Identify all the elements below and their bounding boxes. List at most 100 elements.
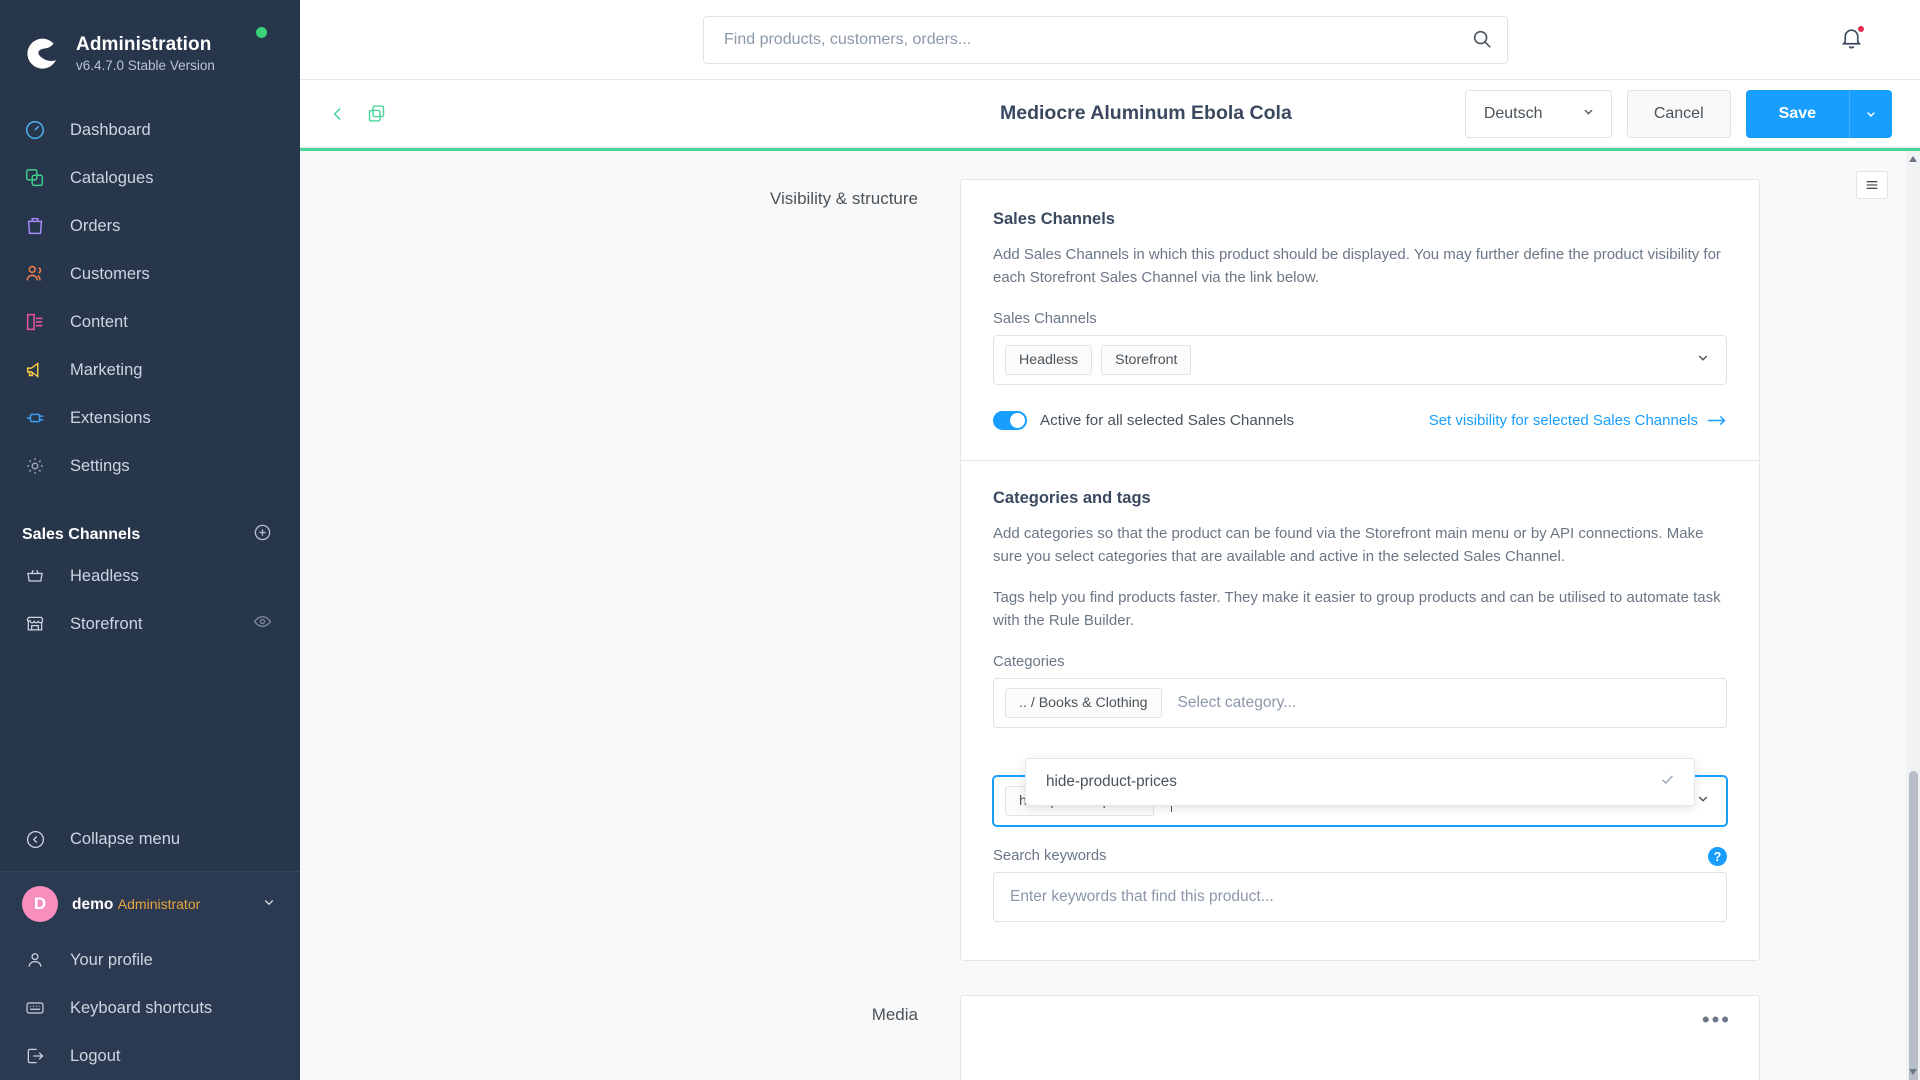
sidebar-label: Settings: [70, 457, 130, 475]
search-keywords-input[interactable]: [993, 872, 1727, 922]
toggle-sidebar-panel-button[interactable]: [1856, 171, 1888, 199]
sidebar-item-settings[interactable]: Settings: [0, 442, 300, 490]
sidebar-label: Headless: [70, 567, 139, 585]
sidebar-bottom: D demo Administrator Your profile Keyboa…: [0, 871, 300, 1080]
smart-bar-actions: Deutsch Cancel Save: [1464, 89, 1892, 138]
set-visibility-link-label: Set visibility for selected Sales Channe…: [1428, 412, 1698, 429]
sidebar-label: Customers: [70, 265, 150, 283]
catalogues-icon: [22, 165, 48, 191]
brand-title: Administration: [76, 33, 212, 55]
add-sales-channel-icon[interactable]: [253, 523, 272, 547]
sales-channels-heading: Sales Channels: [22, 526, 141, 543]
settings-icon: [22, 453, 48, 479]
duplicate-product-button[interactable]: [366, 103, 387, 124]
media-row: Media •••: [300, 995, 1920, 1080]
chevron-down-icon: [1580, 103, 1597, 125]
collapse-menu-label: Collapse menu: [70, 830, 181, 848]
shopware-logo-icon: [22, 34, 62, 74]
shopware-admin-app: Administration v6.4.7.0 Stable Version D…: [0, 0, 1920, 1080]
sales-channel-chip[interactable]: Storefront: [1101, 345, 1192, 375]
sidebar-item-content[interactable]: Content: [0, 298, 300, 346]
chevron-down-icon: [1694, 349, 1712, 372]
section-label-media: Media: [871, 1005, 918, 1024]
extensions-icon: [22, 405, 48, 431]
sales-channel-chip[interactable]: Headless: [1005, 345, 1093, 375]
language-value: Deutsch: [1483, 104, 1543, 122]
scrollbar-thumb[interactable]: [1909, 771, 1918, 1080]
notification-badge-dot: [1857, 24, 1865, 33]
global-search: [703, 15, 1508, 64]
sidebar-item-headless[interactable]: Headless: [0, 552, 300, 600]
category-chip[interactable]: .. / Books & Clothing: [1005, 688, 1162, 718]
sales-channels-select[interactable]: Headless Storefront: [993, 335, 1727, 385]
sidebar-item-orders[interactable]: Orders: [0, 202, 300, 250]
sidebar-label: Keyboard shortcuts: [70, 999, 213, 1017]
save-options-chevron-icon[interactable]: [1849, 89, 1892, 138]
chevron-down-icon: [1694, 790, 1712, 813]
sidebar-nav: Dashboard Catalogues Orders Customers Co…: [0, 106, 300, 490]
sales-channels-field-label: Sales Channels: [993, 311, 1097, 327]
save-button[interactable]: Save: [1745, 89, 1849, 138]
back-button[interactable]: [328, 104, 348, 124]
chevron-down-icon[interactable]: [260, 893, 278, 916]
dashboard-icon: [22, 117, 48, 143]
preview-storefront-icon[interactable]: [253, 612, 272, 636]
language-switch[interactable]: Deutsch: [1464, 89, 1612, 138]
sidebar-item-storefront[interactable]: Storefront: [0, 600, 300, 648]
collapse-icon: [22, 826, 48, 852]
search-keywords-label: Search keywords: [993, 848, 1107, 864]
categories-field: Categories .. / Books & Clothing Select …: [993, 654, 1727, 728]
collapse-menu-button[interactable]: Collapse menu: [0, 815, 300, 863]
sidebar-item-customers[interactable]: Customers: [0, 250, 300, 298]
sidebar-item-extensions[interactable]: Extensions: [0, 394, 300, 442]
shop-icon: [22, 611, 48, 637]
logout-icon: [22, 1043, 48, 1069]
sidebar-item-marketing[interactable]: Marketing: [0, 346, 300, 394]
sidebar-item-your-profile[interactable]: Your profile: [0, 936, 300, 984]
save-button-group: Save: [1745, 89, 1892, 138]
sales-channels-heading: Sales Channels: [993, 210, 1115, 228]
sidebar-label: Your profile: [70, 951, 153, 969]
notifications-bell-icon[interactable]: [1839, 24, 1865, 55]
user-menu-button[interactable]: D demo Administrator: [0, 871, 300, 936]
customers-icon: [22, 261, 48, 287]
card-divider: [961, 460, 1759, 461]
active-all-channels-row: Active for all selected Sales Channels S…: [993, 411, 1727, 430]
sidebar-item-dashboard[interactable]: Dashboard: [0, 106, 300, 154]
media-context-menu-icon[interactable]: •••: [1702, 1009, 1731, 1031]
media-card: •••: [960, 995, 1760, 1080]
sidebar-item-logout[interactable]: Logout: [0, 1032, 300, 1080]
sidebar-brand[interactable]: Administration v6.4.7.0 Stable Version: [0, 0, 300, 86]
sidebar-item-keyboard-shortcuts[interactable]: Keyboard shortcuts: [0, 984, 300, 1032]
user-role: Administrator: [117, 895, 201, 912]
cancel-button[interactable]: Cancel: [1626, 89, 1731, 138]
scroll-up-arrow-icon[interactable]: [1909, 156, 1917, 162]
tags-dropdown-option[interactable]: hide-product-prices: [1026, 759, 1694, 805]
tags-field: hide-product-prices hide-product-p: [993, 758, 1727, 826]
help-icon[interactable]: ?: [1708, 847, 1727, 866]
user-icon: [22, 947, 48, 973]
basket-icon: [22, 563, 48, 589]
categories-placeholder: Select category...: [1177, 694, 1297, 711]
user-meta: demo Administrator: [72, 895, 260, 914]
avatar: D: [22, 886, 58, 922]
search-input[interactable]: [703, 15, 1508, 64]
content-area: Visibility & structure Sales Channels Ad…: [300, 148, 1920, 1080]
scroll-down-arrow-icon[interactable]: [1909, 1069, 1917, 1075]
main-area: Mediocre Aluminum Ebola Cola Deutsch Can…: [300, 0, 1920, 1080]
user-name: demo: [72, 895, 114, 913]
status-indicator-dot: [256, 27, 267, 38]
sales-channels-description: Add Sales Channels in which this product…: [993, 246, 1721, 286]
tags-description: Tags help you find products faster. They…: [993, 589, 1721, 629]
visibility-structure-card: Sales Channels Add Sales Channels in whi…: [960, 179, 1760, 961]
active-all-channels-toggle[interactable]: [993, 411, 1027, 430]
search-icon[interactable]: [1470, 28, 1494, 52]
categories-select[interactable]: .. / Books & Clothing Select category...: [993, 678, 1727, 728]
content-icon: [22, 309, 48, 335]
sidebar-label: Dashboard: [70, 121, 151, 139]
content-scrollbar[interactable]: [1906, 151, 1920, 1080]
sidebar-item-catalogues[interactable]: Catalogues: [0, 154, 300, 202]
set-visibility-link[interactable]: Set visibility for selected Sales Channe…: [1429, 412, 1727, 429]
brand-version: v6.4.7.0 Stable Version: [76, 57, 215, 73]
